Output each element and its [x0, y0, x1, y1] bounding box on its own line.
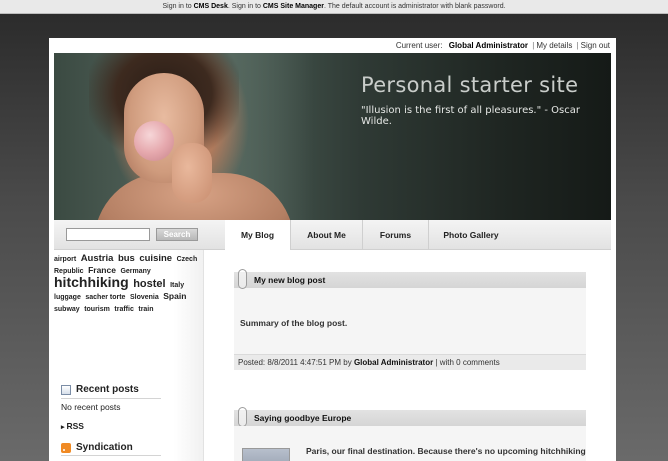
recent-posts-title-text: Recent posts	[76, 384, 139, 395]
divider	[61, 398, 161, 399]
current-user-label: Current user:	[395, 41, 443, 50]
recent-posts-title: Recent posts	[61, 384, 139, 395]
post-summary: Summary of the blog post.	[234, 288, 586, 354]
top-notice-bar: Sign in to CMS Desk. Sign in to CMS Site…	[0, 0, 668, 14]
header-banner: Personal starter site "Illusion is the f…	[54, 53, 611, 220]
notice-text-2: . Sign in to	[227, 3, 263, 10]
blog-post: My new blog post Summary of the blog pos…	[234, 269, 586, 370]
menu-item-my-blog[interactable]: My Blog	[225, 220, 291, 250]
banner-photo-hand	[172, 143, 212, 203]
tag-link[interactable]: traffic	[114, 306, 133, 313]
site-title: Personal starter site	[361, 73, 579, 97]
sign-out-link[interactable]: Sign out	[581, 41, 610, 50]
divider	[61, 455, 161, 456]
main-menu: My Blog About Me Forums Photo Gallery	[225, 220, 513, 250]
tag-link[interactable]: Italy	[170, 282, 184, 289]
rss-icon	[61, 442, 71, 453]
separator: |	[532, 41, 535, 50]
tag-link[interactable]: sacher torte	[85, 294, 125, 301]
post-body: Paris, our final destination. Because th…	[234, 426, 586, 461]
search-button[interactable]: Search	[156, 228, 198, 241]
tag-link[interactable]: hostel	[133, 278, 165, 290]
tag-link[interactable]: subway	[54, 306, 80, 313]
tag-link[interactable]: luggage	[54, 294, 81, 301]
post-thumbnail[interactable]	[242, 448, 290, 461]
tag-link[interactable]: cuisine	[139, 253, 172, 264]
navigation-bar: Search My Blog About Me Forums Photo Gal…	[54, 220, 611, 250]
my-details-link[interactable]: My details	[536, 41, 572, 50]
tag-link[interactable]: train	[138, 306, 153, 313]
post-comments-link[interactable]: | with 0 comments	[433, 358, 499, 367]
menu-item-photo-gallery[interactable]: Photo Gallery	[429, 220, 513, 250]
cms-desk-link[interactable]: CMS Desk	[194, 3, 228, 10]
document-icon	[61, 384, 71, 395]
site-manager-link[interactable]: CMS Site Manager	[263, 3, 324, 10]
menu-item-about-me[interactable]: About Me	[291, 220, 363, 250]
rss-link[interactable]: RSS	[61, 421, 83, 431]
search-input[interactable]	[66, 228, 150, 241]
syndication-title-text: Syndication	[76, 442, 133, 453]
tag-link[interactable]: Slovenia	[130, 294, 159, 301]
syndication-title: Syndication	[61, 442, 133, 453]
tag-link[interactable]: Spain	[163, 291, 186, 301]
separator: |	[576, 41, 579, 50]
post-excerpt: Paris, our final destination. Because th…	[306, 446, 586, 456]
post-author-link[interactable]: Global Administrator	[354, 358, 433, 367]
current-user-name: Global Administrator	[448, 41, 528, 50]
banner-photo-bubble	[134, 121, 174, 161]
tag-link[interactable]: bus	[118, 253, 135, 264]
blog-post: Saying goodbye Europe Paris, our final d…	[234, 407, 586, 461]
post-title[interactable]: Saying goodbye Europe	[234, 410, 586, 426]
post-footer: Posted: 8/8/2011 4:47:51 PM by Global Ad…	[234, 354, 586, 370]
post-date: Posted: 8/8/2011 4:47:51 PM by	[238, 358, 354, 367]
tag-link[interactable]: hitchhiking	[54, 274, 129, 290]
tag-link[interactable]: tourism	[84, 306, 110, 313]
recent-posts-empty: No recent posts	[61, 402, 121, 412]
menu-item-forums[interactable]: Forums	[363, 220, 429, 250]
post-title[interactable]: My new blog post	[234, 272, 586, 288]
site-quote: "Illusion is the first of all pleasures.…	[361, 105, 580, 127]
tag-link[interactable]: Austria	[81, 253, 114, 264]
page-container: Current user: Global Administrator | My d…	[49, 38, 616, 461]
paperclip-icon	[238, 269, 247, 289]
notice-text-3: . The default account is administrator w…	[323, 3, 506, 10]
tag-link[interactable]: airport	[54, 256, 76, 263]
notice-text-1: Sign in to	[162, 3, 194, 10]
tag-cloud: airport Austria bus cuisine Czech Republ…	[54, 253, 199, 315]
user-bar: Current user: Global Administrator | My d…	[49, 38, 616, 53]
main-content: My new blog post Summary of the blog pos…	[204, 250, 611, 461]
paperclip-icon	[238, 407, 247, 427]
